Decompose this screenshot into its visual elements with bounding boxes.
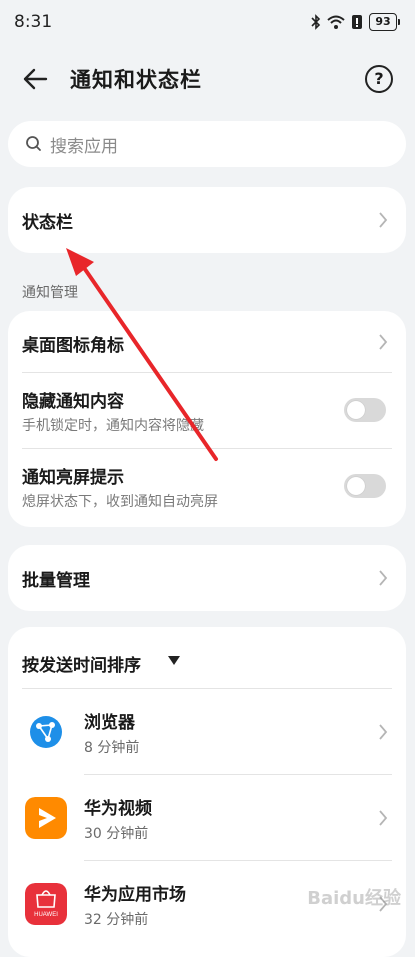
app-name: 华为视频	[84, 799, 152, 819]
browser-icon	[30, 716, 62, 748]
alert-icon	[352, 15, 362, 29]
battery-icon: 93	[369, 13, 400, 31]
chevron-right-icon	[379, 212, 388, 228]
watermark: Baidu经验	[307, 888, 401, 909]
chevron-right-icon	[379, 724, 388, 740]
batch-card: 批量管理	[8, 545, 406, 611]
wifi-icon	[327, 15, 345, 29]
status-bar: 8:31 93	[0, 0, 415, 46]
wake-screen-label: 通知亮屏提示	[22, 468, 124, 488]
status-icons: 93	[311, 13, 400, 31]
hide-content-row[interactable]: 隐藏通知内容 手机锁定时，通知内容将隐藏	[8, 373, 406, 449]
bluetooth-icon	[311, 14, 321, 30]
badge-row[interactable]: 桌面图标角标	[8, 311, 406, 373]
huawei-appgallery-icon: HUAWEI	[25, 883, 67, 925]
back-arrow-icon[interactable]	[20, 64, 50, 94]
header: 通知和状态栏 ?	[0, 56, 415, 102]
app-name: 华为应用市场	[84, 885, 186, 905]
app-time: 32 分钟前	[84, 912, 149, 928]
batch-management-row[interactable]: 批量管理	[8, 545, 406, 611]
batch-management-label: 批量管理	[22, 571, 90, 591]
dropdown-triangle-icon	[168, 656, 180, 665]
app-row-browser[interactable]: 浏览器 8 分钟前	[8, 689, 406, 775]
app-name: 浏览器	[84, 713, 135, 733]
search-icon	[26, 136, 41, 151]
chevron-right-icon	[379, 810, 388, 826]
wake-screen-description: 熄屏状态下，收到通知自动亮屏	[22, 494, 218, 510]
sort-selector[interactable]: 按发送时间排序	[8, 627, 406, 689]
notification-section-label: 通知管理	[22, 285, 78, 301]
search-input[interactable]: 搜索应用	[8, 121, 406, 167]
app-time: 30 分钟前	[84, 826, 149, 842]
status-time: 8:31	[14, 12, 53, 32]
chevron-right-icon	[379, 570, 388, 586]
status-bar-setting-label: 状态栏	[22, 213, 73, 233]
status-bar-setting-row[interactable]: 状态栏	[8, 187, 406, 253]
status-bar-card: 状态栏	[8, 187, 406, 253]
app-row-huawei-video[interactable]: 华为视频 30 分钟前	[8, 775, 406, 861]
sort-label: 按发送时间排序	[22, 656, 141, 676]
appgallery-icon-text: HUAWEI	[34, 912, 58, 918]
badge-label: 桌面图标角标	[22, 336, 124, 356]
huawei-video-icon	[25, 797, 67, 839]
search-placeholder: 搜索应用	[50, 136, 118, 157]
wake-screen-row[interactable]: 通知亮屏提示 熄屏状态下，收到通知自动亮屏	[8, 449, 406, 527]
help-icon[interactable]: ?	[365, 65, 393, 93]
app-time: 8 分钟前	[84, 740, 140, 756]
notification-settings-card: 桌面图标角标 隐藏通知内容 手机锁定时，通知内容将隐藏 通知亮屏提示 熄屏状态下…	[8, 311, 406, 527]
page-title: 通知和状态栏	[70, 68, 202, 92]
chevron-right-icon	[379, 334, 388, 350]
wake-screen-toggle[interactable]	[344, 474, 386, 498]
hide-content-toggle[interactable]	[344, 398, 386, 422]
hide-content-description: 手机锁定时，通知内容将隐藏	[22, 418, 204, 434]
toggle-knob	[347, 401, 365, 419]
toggle-knob	[347, 477, 365, 495]
hide-content-label: 隐藏通知内容	[22, 392, 124, 412]
